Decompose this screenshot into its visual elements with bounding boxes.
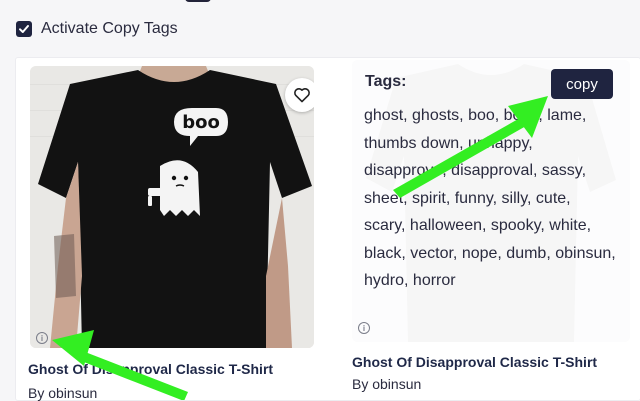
tags-list[interactable]: ghost, ghosts, boo, boos, lame, thumbs d… bbox=[364, 102, 616, 295]
product-grid: boo i Ghost Of Disapproval Classic T-Shi… bbox=[16, 58, 640, 401]
checkmark-icon bbox=[19, 25, 29, 33]
copy-button[interactable]: copy bbox=[551, 69, 613, 99]
info-icon[interactable]: i bbox=[36, 332, 48, 344]
product-title-1[interactable]: Ghost Of Disapproval Classic T-Shirt bbox=[28, 361, 273, 377]
activate-label: Activate Copy Tags bbox=[41, 20, 178, 37]
top-cut-off-row bbox=[0, 0, 640, 4]
info-icon[interactable]: i bbox=[358, 322, 370, 334]
activate-copy-tags-row[interactable]: Activate Copy Tags bbox=[16, 20, 178, 38]
favorite-button[interactable] bbox=[285, 78, 314, 112]
product-image-1[interactable]: boo bbox=[30, 66, 314, 348]
product-title-2[interactable]: Ghost Of Disapproval Classic T-Shirt bbox=[352, 354, 597, 370]
heart-icon bbox=[294, 87, 310, 103]
shirt-print-text: boo bbox=[182, 112, 220, 133]
product-author-2[interactable]: By obinsun bbox=[352, 376, 421, 392]
product-author-1[interactable]: By obinsun bbox=[28, 385, 97, 401]
tags-heading: Tags: bbox=[365, 73, 407, 90]
activate-checkbox[interactable] bbox=[16, 21, 32, 37]
cut-off-control[interactable] bbox=[185, 0, 211, 2]
tshirt-illustration: boo bbox=[30, 66, 314, 348]
